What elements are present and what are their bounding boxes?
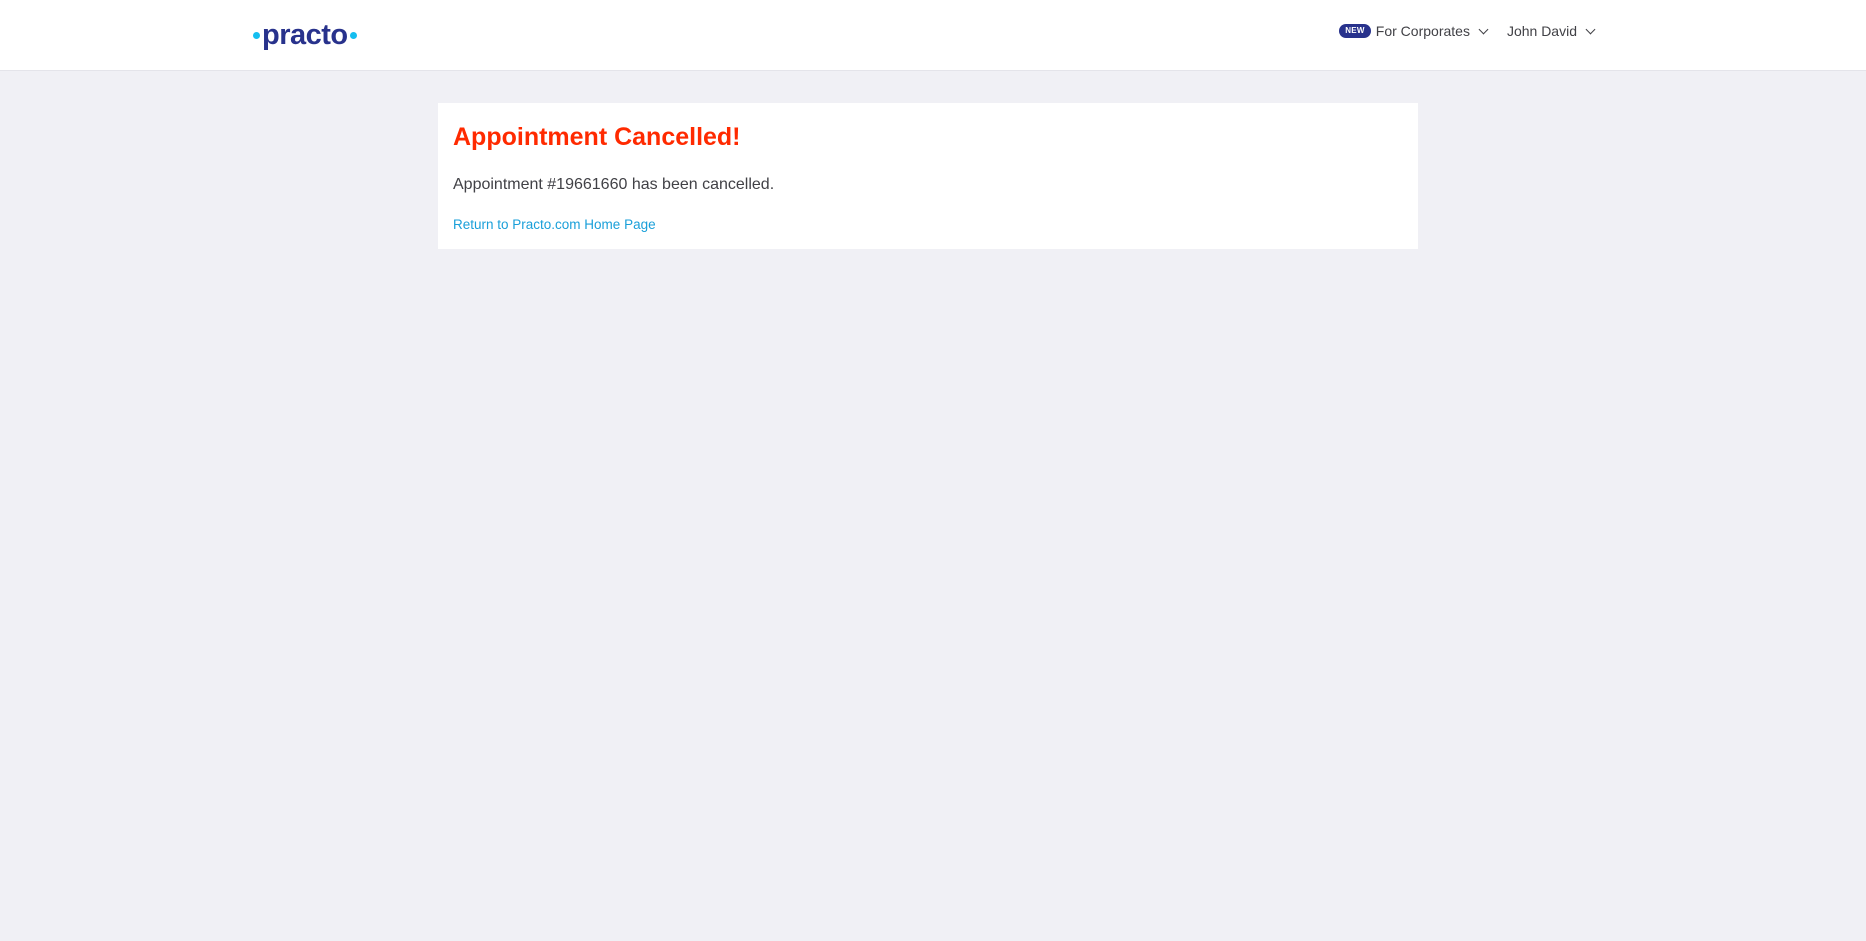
for-corporates-dropdown[interactable]: NEW For Corporates xyxy=(1339,23,1489,39)
practo-logo[interactable]: practo xyxy=(253,18,357,52)
user-name-label: John David xyxy=(1506,23,1577,39)
page: practo NEW For Corporates John David App… xyxy=(0,0,1866,941)
user-menu-dropdown[interactable]: John David xyxy=(1506,23,1596,39)
return-home-link[interactable]: Return to Practo.com Home Page xyxy=(453,215,656,235)
top-navigation-bar: practo NEW For Corporates John David xyxy=(0,0,1866,71)
header-right-nav: NEW For Corporates John David xyxy=(1339,20,1596,42)
cancellation-message: Appointment #19661660 has been cancelled… xyxy=(453,176,775,193)
page-title: Appointment Cancelled! xyxy=(453,123,741,151)
chevron-down-icon xyxy=(1585,24,1596,34)
logo-text: practo xyxy=(262,19,348,51)
for-corporates-label: For Corporates xyxy=(1375,23,1470,39)
chevron-down-icon xyxy=(1478,24,1489,34)
logo-right-dot xyxy=(349,31,357,39)
new-badge: NEW xyxy=(1339,24,1371,38)
cancellation-card: Appointment Cancelled! Appointment #1966… xyxy=(438,103,1418,249)
logo-left-dot xyxy=(253,31,260,39)
